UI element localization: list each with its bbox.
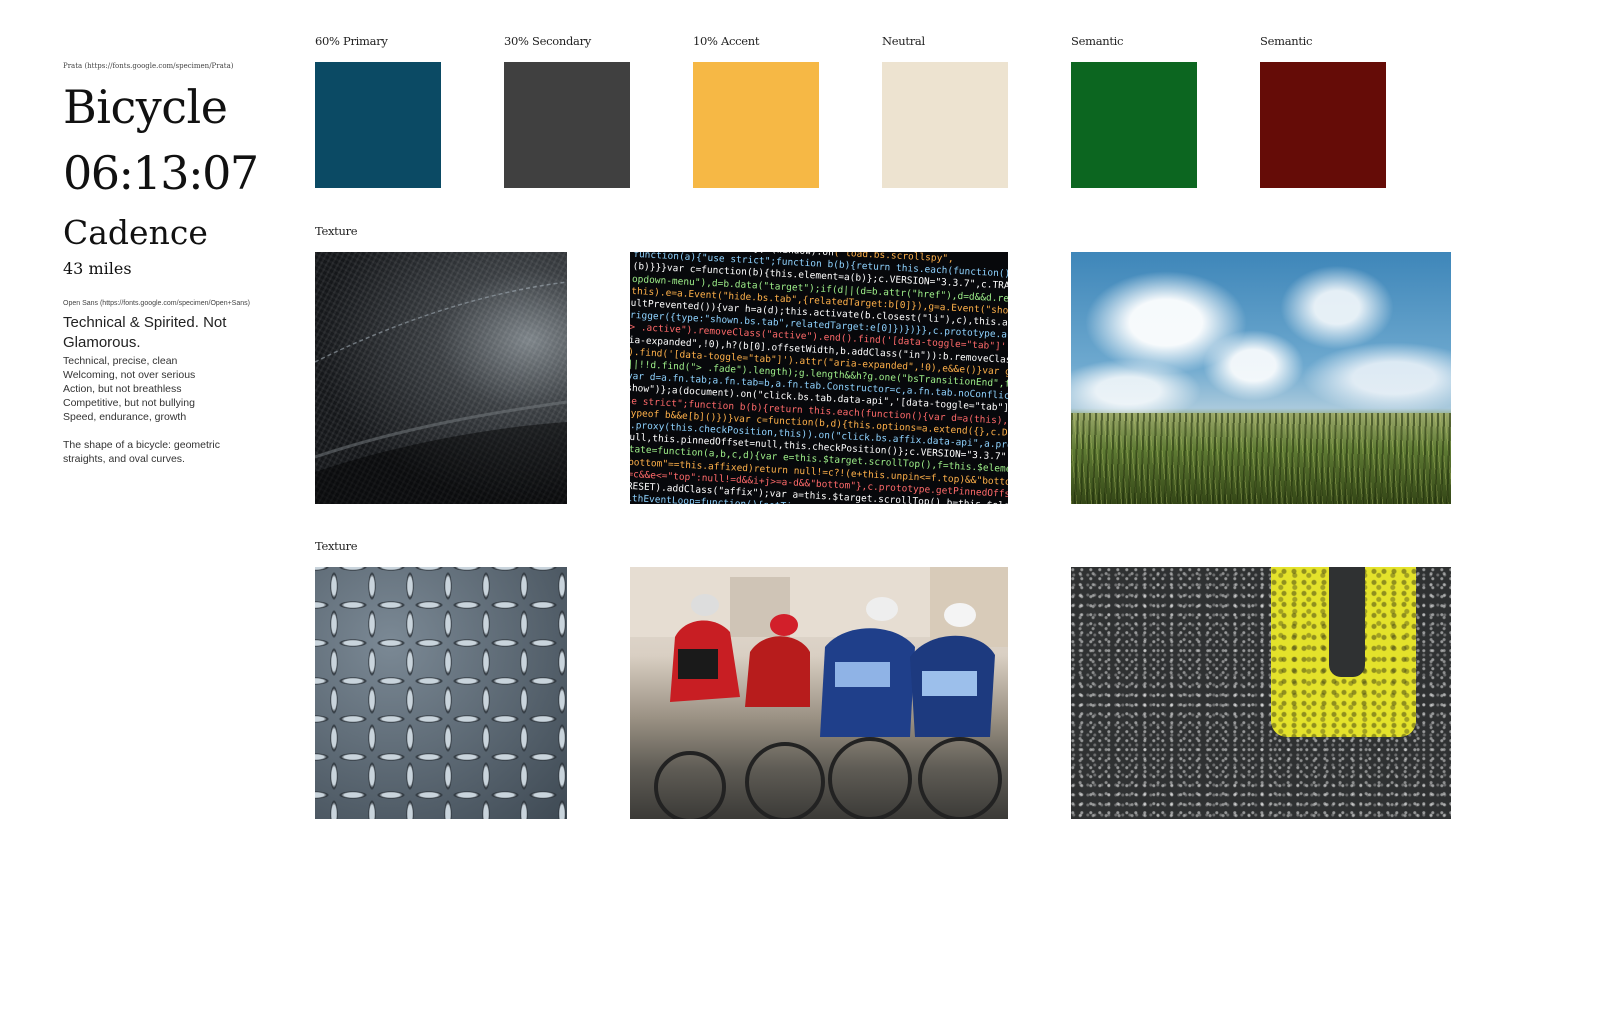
specimen-distance: 43 miles: [63, 259, 132, 278]
swatch-semantic-red: Semantic: [1260, 34, 1386, 188]
attribute-item: Action, but not breathless: [63, 383, 182, 395]
swatch-label: Neutral: [882, 34, 925, 48]
swatch-label: Semantic: [1260, 34, 1313, 48]
swatch-secondary: 30% Secondary: [504, 34, 630, 188]
attribute-item: Speed, endurance, growth: [63, 411, 187, 423]
diamond-plate-image: [315, 567, 567, 819]
swatch-color: [1071, 62, 1197, 188]
swatch-color: [315, 62, 441, 188]
texture-label: Texture: [315, 224, 358, 238]
attribute-item: Technical, precise, clean: [63, 355, 178, 367]
attribute-item: Competitive, but not bullying: [63, 397, 195, 409]
swatch-label: Semantic: [1071, 34, 1124, 48]
swatch-label: 10% Accent: [693, 34, 760, 48]
sky-field-image: [1071, 252, 1451, 504]
shape-note: The shape of a bicycle: geometric straig…: [63, 439, 220, 465]
swatch-primary: 60% Primary: [315, 34, 441, 188]
brand-tagline: Technical & Spirited. Not Glamorous.: [63, 314, 227, 351]
swatch-label: 60% Primary: [315, 34, 388, 48]
swatch-color: [1260, 62, 1386, 188]
type-specimen: Prata (https://fonts.google.com/specimen…: [63, 62, 263, 466]
swatch-label: 30% Secondary: [504, 34, 591, 48]
source-code-image: a.fn.scrollspy=d,this},e(window).on("loa…: [630, 252, 1008, 504]
serif-font-source: Prata (https://fonts.google.com/specimen…: [63, 62, 234, 70]
swatch-semantic-green: Semantic: [1071, 34, 1197, 188]
sans-font-source: Open Sans (https://fonts.google.com/spec…: [63, 300, 250, 307]
grass-field: [1071, 413, 1451, 504]
specimen-subtitle: Cadence: [63, 213, 208, 252]
cyclists-illustration-icon: [630, 567, 1008, 819]
asphalt-yellow-line-image: [1071, 567, 1451, 819]
specimen-time: 06:13:07: [63, 146, 259, 200]
specimen-title: Bicycle: [63, 80, 228, 134]
brand-attributes: Technical, precise, clean Welcoming, not…: [63, 354, 263, 424]
carbon-highlight-icon: [315, 281, 567, 504]
swatch-accent: 10% Accent: [693, 34, 819, 188]
road-marking-gap: [1329, 567, 1365, 677]
carbon-fiber-image: [315, 252, 567, 504]
swatch-color: [882, 62, 1008, 188]
texture-label: Texture: [315, 539, 358, 553]
attribute-item: Welcoming, not over serious: [63, 369, 196, 381]
swatch-neutral: Neutral: [882, 34, 1008, 188]
swatch-color: [693, 62, 819, 188]
code-lines: a.fn.scrollspy=d,this},e(window).on("loa…: [630, 252, 1008, 504]
swatch-color: [504, 62, 630, 188]
cyclists-race-image: [630, 567, 1008, 819]
